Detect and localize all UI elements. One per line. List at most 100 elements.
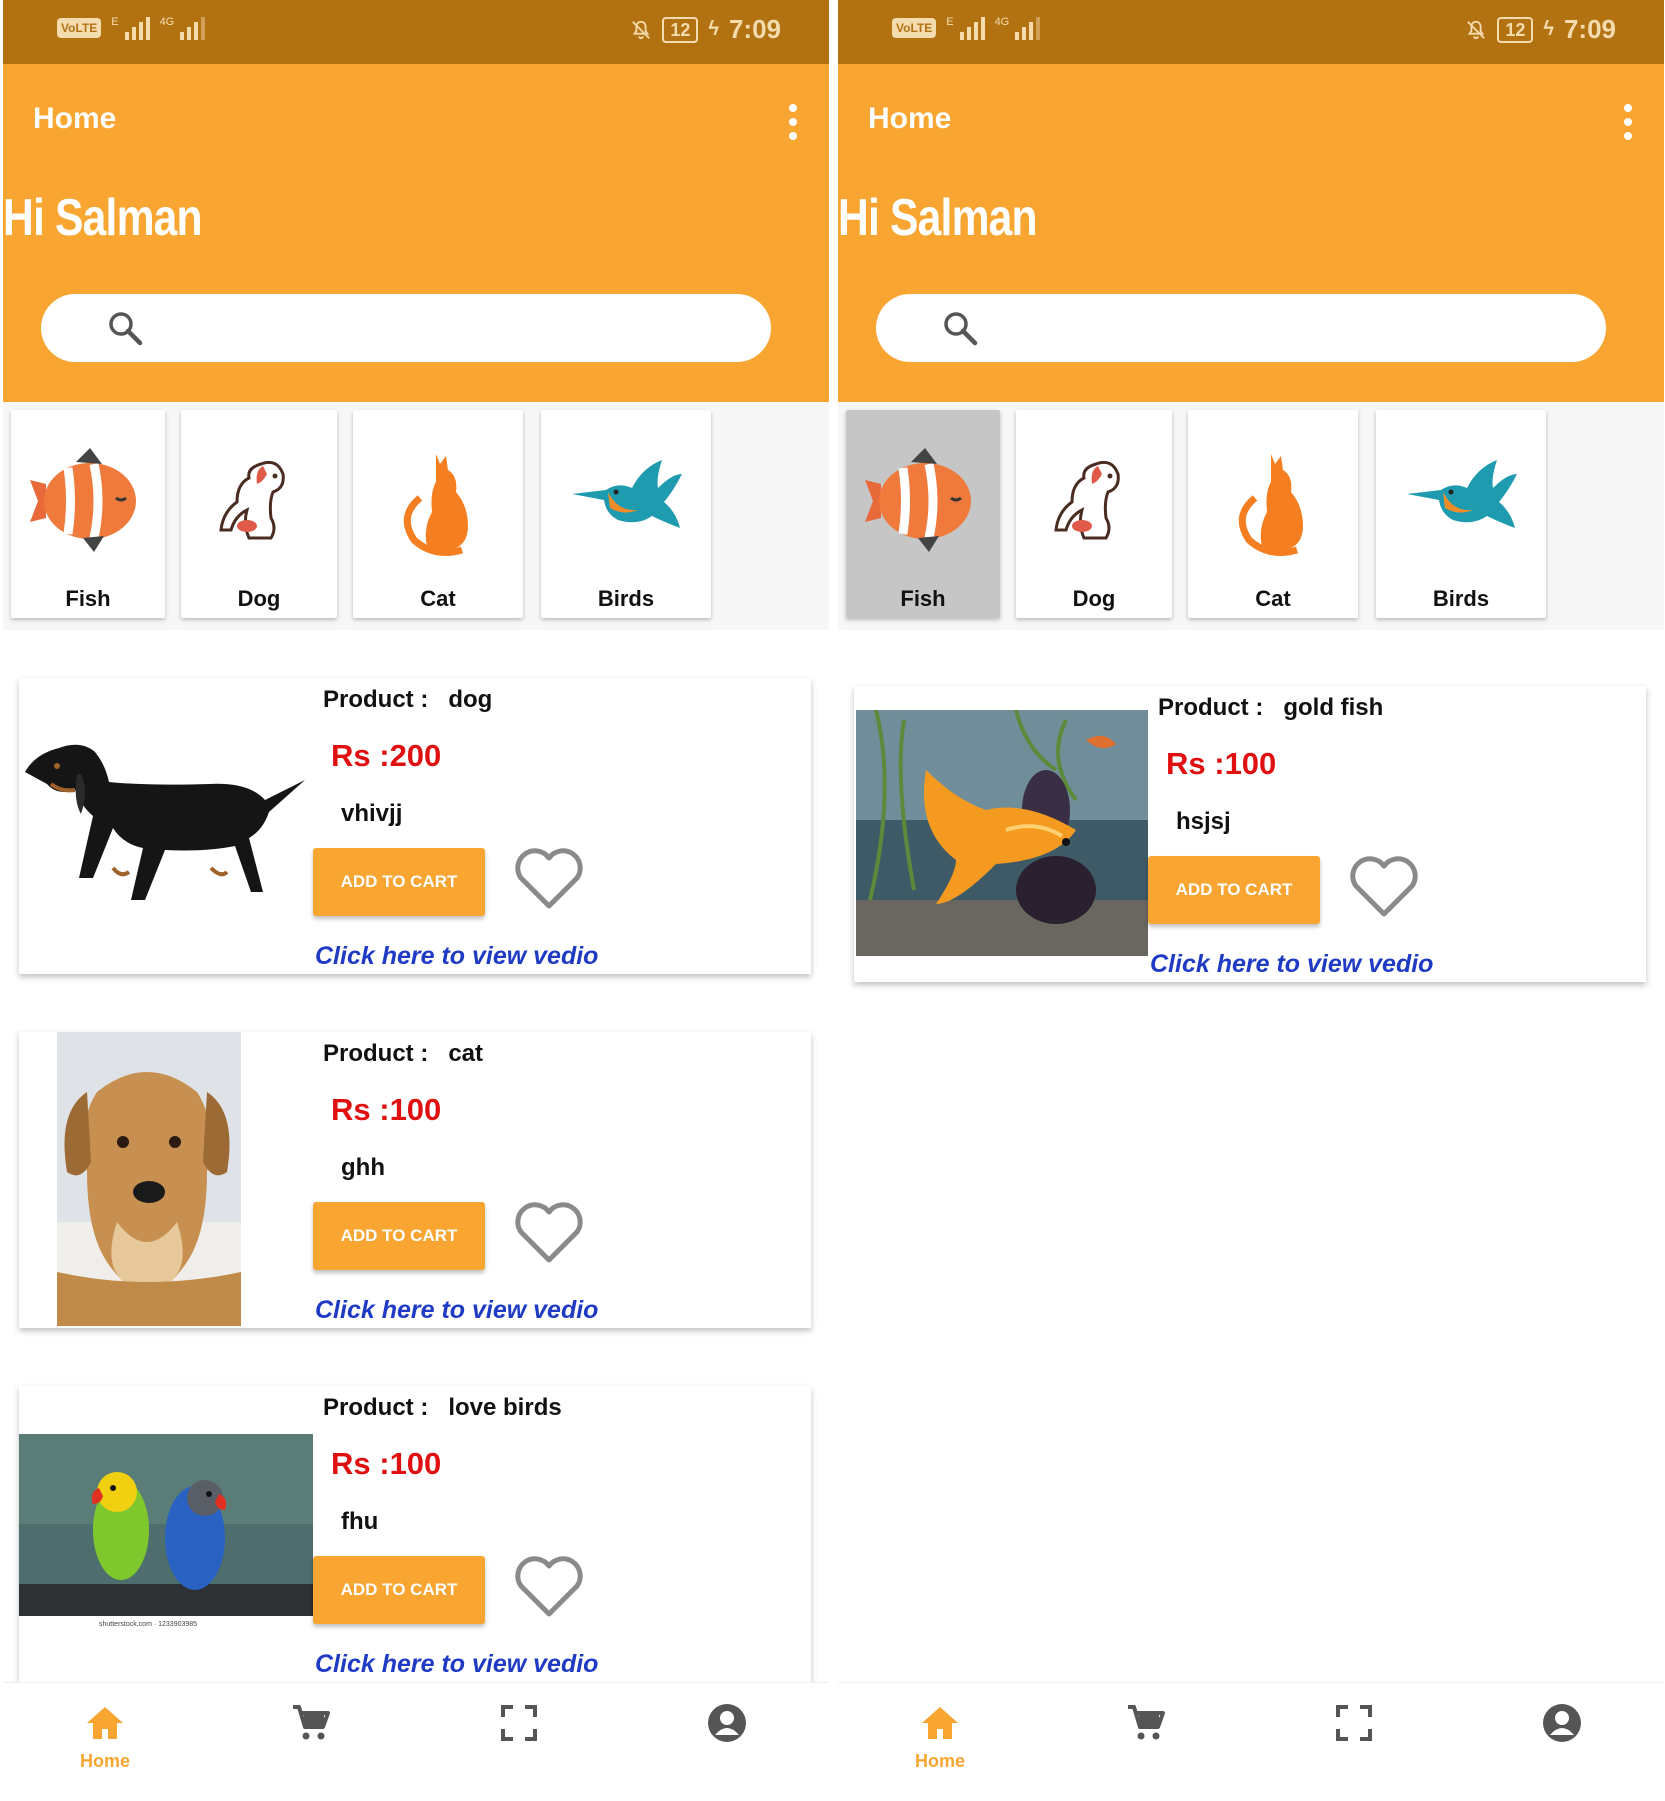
- home-icon: [87, 1707, 123, 1739]
- category-label: Cat: [420, 586, 456, 611]
- nav-profile[interactable]: [667, 1703, 787, 1783]
- view-video-link[interactable]: Click here to view vedio: [315, 942, 598, 971]
- product-price: Rs :100: [1166, 746, 1277, 781]
- view-video-link[interactable]: Click here to view vedio: [1150, 950, 1433, 979]
- profile-icon: [708, 1704, 746, 1742]
- heart-icon[interactable]: [513, 846, 585, 910]
- product-name-label: Product :: [1158, 694, 1264, 721]
- nav-scan[interactable]: [459, 1703, 579, 1783]
- product-name-row: Product : dog: [323, 686, 492, 714]
- product-price: Rs :100: [331, 1446, 442, 1481]
- category-dog[interactable]: Dog: [1016, 410, 1172, 618]
- network-type-2: 4G: [994, 16, 1010, 28]
- category-cat[interactable]: Cat: [353, 410, 523, 618]
- category-label: Dog: [237, 586, 281, 611]
- search-input[interactable]: [41, 294, 771, 362]
- view-video-link[interactable]: Click here to view vedio: [315, 1650, 598, 1679]
- nav-cart[interactable]: [1086, 1703, 1206, 1783]
- bell-off-icon: [630, 18, 652, 42]
- signal-icon: [180, 16, 206, 40]
- network-type-2: 4G: [159, 16, 175, 28]
- bird-icon: [1407, 460, 1517, 528]
- cart-icon: [1128, 1705, 1165, 1740]
- category-label: Fish: [65, 586, 111, 611]
- bottom-nav: Home: [3, 1682, 829, 1801]
- product-name-label: Product :: [323, 686, 429, 713]
- app-title: Home: [33, 102, 117, 135]
- product-name: love birds: [448, 1394, 562, 1421]
- product-image-dachshund: [25, 744, 305, 900]
- product-price: Rs :100: [331, 1092, 442, 1127]
- nav-profile[interactable]: [1502, 1703, 1622, 1783]
- category-birds[interactable]: Birds: [1376, 410, 1546, 618]
- signal-icon: [959, 16, 985, 40]
- product-name-row: Product : cat: [323, 1040, 483, 1068]
- category-fish[interactable]: Fish: [846, 410, 1000, 618]
- cat-icon: [1238, 454, 1303, 556]
- app-bar: Home: [838, 64, 1664, 176]
- battery-icon: 12: [662, 16, 699, 43]
- status-bar: VoLTE E 4G 12 ϟ 7:09: [838, 0, 1664, 64]
- scan-icon: [501, 1705, 537, 1741]
- product-name: cat: [448, 1040, 484, 1067]
- product-card[interactable]: Product : love birds Rs :100 fhu ADD TO C…: [19, 1386, 811, 1682]
- category-label: Birds: [1432, 586, 1490, 611]
- home-icon: [922, 1707, 958, 1739]
- search-icon: [109, 312, 143, 346]
- bell-off-icon: [1465, 18, 1487, 42]
- clock: 7:09: [728, 14, 781, 44]
- hero-section: Hi Salman: [838, 176, 1664, 402]
- nav-home-label: Home: [914, 1751, 965, 1771]
- product-card[interactable]: Product : cat Rs :100 ghh ADD TO CART Cli…: [19, 1032, 811, 1328]
- status-left: VoLTE E 4G: [57, 16, 206, 40]
- nav-home[interactable]: Home: [880, 1703, 1000, 1783]
- signal-icon: [1015, 16, 1041, 40]
- nav-home-label: Home: [79, 1751, 130, 1771]
- heart-icon[interactable]: [513, 1554, 585, 1618]
- product-name-label: Product :: [323, 1040, 429, 1067]
- product-card[interactable]: Product : dog Rs :200 vhivjj ADD TO CART …: [19, 678, 811, 974]
- heart-icon[interactable]: [1348, 854, 1420, 918]
- signal-icon: [124, 16, 150, 40]
- clock: 7:09: [1563, 14, 1616, 44]
- add-to-cart-button[interactable]: ADD TO CART: [1148, 856, 1320, 924]
- overflow-menu-icon[interactable]: [1622, 104, 1634, 140]
- nav-cart[interactable]: [251, 1703, 371, 1783]
- category-cat[interactable]: Cat: [1188, 410, 1358, 618]
- charging-icon: ϟ: [1543, 18, 1554, 40]
- network-type-1: E: [946, 16, 954, 28]
- nav-scan[interactable]: [1294, 1703, 1414, 1783]
- category-label: Fish: [900, 586, 946, 611]
- category-row: Fish Dog Cat Birds: [3, 402, 829, 630]
- scan-icon: [1336, 1705, 1372, 1741]
- heart-icon[interactable]: [513, 1200, 585, 1264]
- product-name-label: Product :: [323, 1394, 429, 1421]
- app-bar: Home: [3, 64, 829, 176]
- volte-badge: VoLTE: [892, 18, 937, 38]
- cart-icon: [293, 1705, 330, 1740]
- dog-icon: [219, 460, 285, 540]
- nav-home[interactable]: Home: [45, 1703, 165, 1783]
- greeting: Hi Salman: [838, 189, 1038, 247]
- search-input[interactable]: [876, 294, 1606, 362]
- overflow-menu-icon[interactable]: [787, 104, 799, 140]
- product-image-puppy: [57, 1032, 241, 1326]
- add-to-cart-button[interactable]: ADD TO CART: [313, 1556, 485, 1624]
- category-birds[interactable]: Birds: [541, 410, 711, 618]
- category-dog[interactable]: Dog: [181, 410, 337, 618]
- category-fish[interactable]: Fish: [11, 410, 165, 618]
- product-name: gold fish: [1283, 694, 1384, 721]
- add-to-cart-button[interactable]: ADD TO CART: [313, 848, 485, 916]
- bird-icon: [572, 460, 682, 528]
- product-price: Rs :200: [331, 738, 442, 773]
- category-label: Cat: [1255, 586, 1291, 611]
- product-card[interactable]: Product : gold fish Rs :100 hsjsj ADD TO …: [854, 686, 1646, 982]
- product-description: vhivjj: [341, 800, 403, 827]
- product-name: dog: [448, 686, 493, 713]
- view-video-link[interactable]: Click here to view vedio: [315, 1296, 598, 1325]
- product-description: hsjsj: [1176, 808, 1231, 835]
- product-description: ghh: [341, 1154, 385, 1181]
- image-caption: shutterstock.com · 1233903985: [99, 1621, 198, 1628]
- battery-icon: 12: [1497, 16, 1534, 43]
- add-to-cart-button[interactable]: ADD TO CART: [313, 1202, 485, 1270]
